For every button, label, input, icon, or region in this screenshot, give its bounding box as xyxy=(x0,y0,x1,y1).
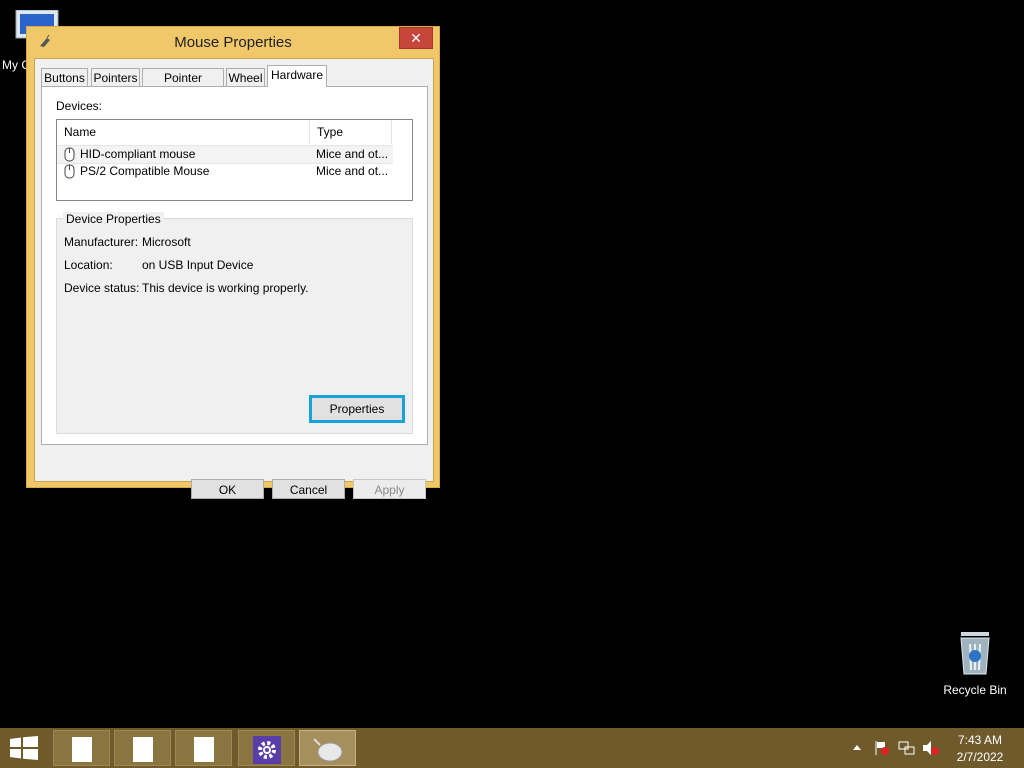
device-row[interactable]: PS/2 Compatible Mouse Mice and ot... xyxy=(57,163,393,180)
devices-label: Devices: xyxy=(56,99,103,113)
close-button[interactable]: ✕ xyxy=(399,27,433,49)
device-status-label: Device status: xyxy=(64,281,140,295)
recycle-bin-icon xyxy=(960,632,990,675)
tab-pointer-options[interactable]: Pointer Options xyxy=(142,68,224,103)
start-icon[interactable] xyxy=(10,736,38,760)
tab-buttons[interactable]: Buttons xyxy=(41,68,88,86)
file-icon xyxy=(194,737,214,762)
title-bar[interactable]: Mouse Properties ✕ xyxy=(27,27,439,57)
ok-button[interactable]: OK xyxy=(191,479,264,499)
taskbar-settings-button[interactable] xyxy=(238,730,295,766)
device-type: Mice and ot... xyxy=(316,147,389,161)
settings-icon xyxy=(253,736,281,764)
volume-muted-icon[interactable] xyxy=(922,740,940,756)
mouse-properties-dialog: Mouse Properties ✕ Buttons Pointers Poin… xyxy=(26,26,440,499)
clock-time[interactable]: 7:43 AM xyxy=(950,733,1010,747)
network-icon[interactable] xyxy=(898,740,916,756)
list-scroll-area[interactable] xyxy=(394,120,412,198)
taskbar-file-button[interactable] xyxy=(53,730,110,766)
location-value: on USB Input Device xyxy=(142,258,254,272)
device-row[interactable]: HID-compliant mouse Mice and ot... xyxy=(57,145,393,164)
action-center-flag-icon[interactable] xyxy=(874,740,890,756)
dialog-client-area: Buttons Pointers Pointer Options Wheel H… xyxy=(34,58,434,499)
properties-button[interactable]: Properties xyxy=(309,395,405,423)
recycle-bin[interactable]: Recycle Bin xyxy=(940,630,1010,697)
taskbar-file-button[interactable] xyxy=(114,730,171,766)
device-properties-title: Device Properties xyxy=(63,212,164,226)
manufacturer-label: Manufacturer: xyxy=(64,235,139,249)
taskbar-file-button[interactable] xyxy=(175,730,232,766)
file-icon xyxy=(133,737,153,762)
device-status-value: This device is working properly. xyxy=(142,281,309,295)
cancel-button[interactable]: Cancel xyxy=(272,479,345,499)
window-title: Mouse Properties xyxy=(174,34,292,51)
device-properties-group: Device Properties Manufacturer: Microsof… xyxy=(56,212,413,434)
manufacturer-value: Microsoft xyxy=(142,235,191,249)
recycle-bin-label: Recycle Bin xyxy=(943,683,1007,697)
clock-date[interactable]: 2/7/2022 xyxy=(950,750,1010,764)
location-label: Location: xyxy=(64,258,113,272)
system-tray: 7:43 AM 2/7/2022 xyxy=(850,728,1024,768)
mouse-device-icon xyxy=(64,164,75,179)
hardware-tab-panel: Devices: Name Type HID-compliant mouse M… xyxy=(41,86,428,445)
device-type: Mice and ot... xyxy=(316,164,389,178)
device-name: HID-compliant mouse xyxy=(80,147,196,161)
column-header-type[interactable]: Type xyxy=(310,120,392,144)
tab-pointers[interactable]: Pointers xyxy=(91,68,140,86)
tab-hardware[interactable]: Hardware xyxy=(267,65,327,87)
devices-list[interactable]: Name Type HID-compliant mouse Mice and o… xyxy=(56,119,413,201)
file-icon xyxy=(72,737,92,762)
taskbar: 7:43 AM 2/7/2022 xyxy=(0,728,1024,768)
mouse-device-icon xyxy=(64,147,75,162)
tab-wheel[interactable]: Wheel xyxy=(226,68,265,86)
device-name: PS/2 Compatible Mouse xyxy=(80,164,210,178)
mouse-icon xyxy=(313,738,343,762)
column-header-name[interactable]: Name xyxy=(57,120,310,144)
apply-button[interactable]: Apply xyxy=(353,479,426,499)
taskbar-mouse-button[interactable] xyxy=(299,730,356,766)
show-hidden-icons[interactable] xyxy=(853,744,861,750)
